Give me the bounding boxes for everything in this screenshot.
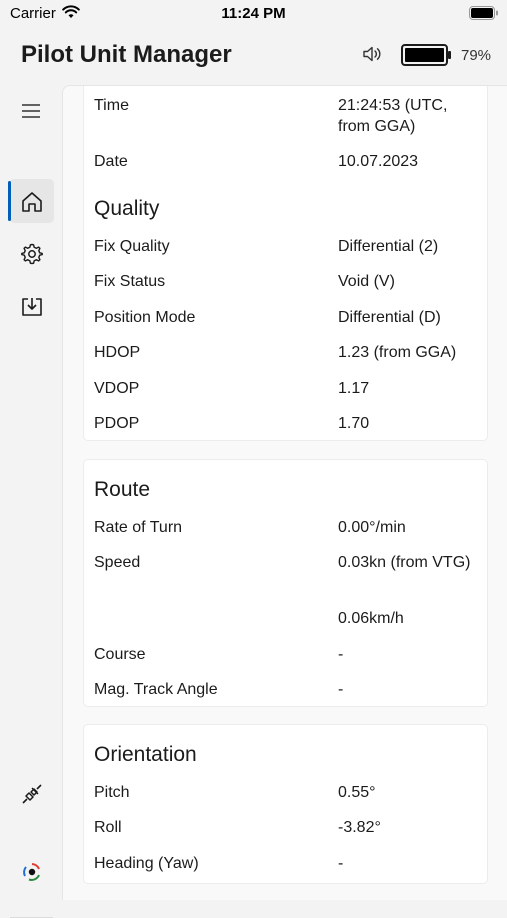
card-route: Route Rate of Turn 0.00°/min Speed 0.03k… xyxy=(83,459,488,707)
nav-item-home[interactable] xyxy=(9,179,54,223)
app-title: Pilot Unit Manager xyxy=(21,41,232,68)
row-value: -3.82° xyxy=(338,819,381,836)
row-label: Mag. Track Angle xyxy=(94,681,218,698)
download-icon xyxy=(22,298,42,316)
row-value: - xyxy=(338,855,344,872)
row-value: 0.55° xyxy=(338,784,376,801)
row-label: VDOP xyxy=(94,380,140,397)
title-bar: Pilot Unit Manager 79% xyxy=(0,30,507,85)
row-label: Course xyxy=(94,646,146,663)
row-value: 0.03kn (from VTG) xyxy=(338,554,471,571)
nav-item-about[interactable] xyxy=(9,849,54,893)
dot-logo-icon xyxy=(23,863,40,881)
hamburger-menu-icon xyxy=(22,104,40,118)
hamburger-menu-button[interactable] xyxy=(9,89,54,133)
nav-item-connection[interactable] xyxy=(9,771,54,815)
status-bar: Carrier 11:24 PM xyxy=(0,0,507,30)
row-value: Differential (D) xyxy=(338,309,441,326)
main-content[interactable]: Time 21:24:53 (UTC, from GGA) Date 10.07… xyxy=(62,85,507,900)
row-value: Differential (2) xyxy=(338,238,439,255)
row-value: - xyxy=(338,646,344,663)
gear-icon xyxy=(21,243,43,265)
row-value: 21:24:53 (UTC, from GGA) xyxy=(338,97,448,135)
section-title-quality: Quality xyxy=(94,197,160,220)
row-label: Pitch xyxy=(94,784,130,801)
row-speed: Speed 0.03kn (from VTG) xyxy=(94,552,479,594)
row-value: 1.23 (from GGA) xyxy=(338,344,457,361)
home-icon xyxy=(22,192,42,212)
row-label: Date xyxy=(94,153,128,170)
plug-icon xyxy=(22,784,42,804)
row-value: 0.06km/h xyxy=(338,610,404,627)
section-title-orientation: Orientation xyxy=(94,743,197,766)
row-label: Time xyxy=(94,97,129,114)
row-label: Speed xyxy=(94,554,141,571)
row-label: Position Mode xyxy=(94,309,196,326)
row-value: 1.17 xyxy=(338,380,370,397)
nav-item-download[interactable] xyxy=(9,284,54,328)
row-label: HDOP xyxy=(94,344,141,361)
row-label: Roll xyxy=(94,819,122,836)
card-gnss-info: Time 21:24:53 (UTC, from GGA) Date 10.07… xyxy=(83,86,488,441)
card-orientation: Orientation Pitch 0.55° Roll -3.82° Head… xyxy=(83,724,488,884)
navigation-rail xyxy=(0,85,62,918)
row-label: PDOP xyxy=(94,415,140,432)
row-label: Fix Quality xyxy=(94,238,170,255)
row-value: 10.07.2023 xyxy=(338,153,419,170)
selection-indicator xyxy=(8,181,11,221)
battery-percent: 79% xyxy=(461,47,492,64)
row-label: Fix Status xyxy=(94,273,166,290)
row-label: Heading (Yaw) xyxy=(94,855,199,872)
clock: 11:24 PM xyxy=(221,5,286,22)
row-value: - xyxy=(338,681,344,698)
section-title-route: Route xyxy=(94,478,151,501)
row-label: Rate of Turn xyxy=(94,519,183,536)
speaker-icon[interactable] xyxy=(362,45,382,68)
device-battery-icon xyxy=(401,43,453,72)
system-battery-icon xyxy=(469,6,499,24)
row-value: 1.70 xyxy=(338,415,370,432)
row-time: Time 21:24:53 (UTC, from GGA) xyxy=(94,95,479,137)
nav-item-settings[interactable] xyxy=(9,231,54,275)
row-value: Void (V) xyxy=(338,273,395,290)
row-value: 0.00°/min xyxy=(338,519,406,536)
